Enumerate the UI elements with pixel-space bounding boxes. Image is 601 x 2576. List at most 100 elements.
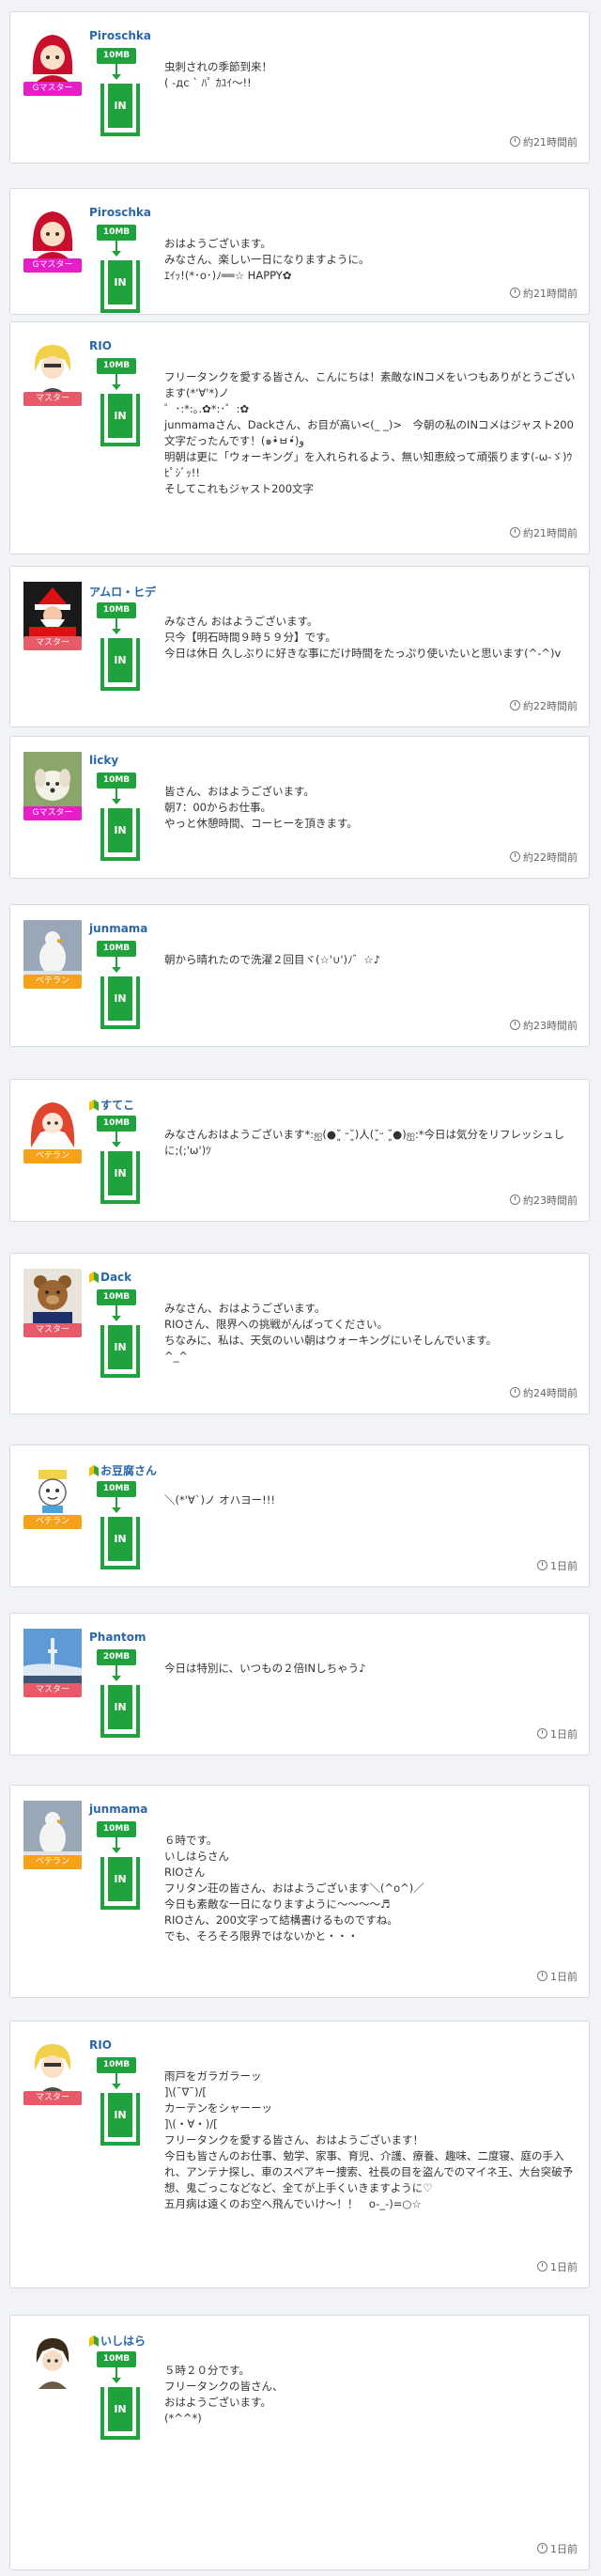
username-text[interactable]: junmama <box>89 1803 147 1816</box>
post-timestamp: 約21時間前 <box>510 525 578 540</box>
post-card: ベテラン junmama 10MB IN 朝から晴れたので洗濯２回目ヾ(☆'∪')ﾉ゛☆… <box>9 904 590 1047</box>
post-message: ５時２０分です。 フリータンクの皆さん、 おはようございます。 (*^^*) <box>164 2364 284 2425</box>
avatar-block[interactable]: マスター <box>23 582 82 652</box>
clock-icon <box>510 288 520 298</box>
clock-icon <box>537 2261 547 2272</box>
timestamp-text: 約24時間前 <box>523 1387 578 1399</box>
username-link[interactable]: お豆腐さん <box>89 1462 157 1479</box>
avatar-block[interactable] <box>23 2331 82 2401</box>
avatar-block[interactable]: Gマスター <box>23 27 82 98</box>
post-timestamp: 約23時間前 <box>510 1193 578 1208</box>
username-text[interactable]: RIO <box>89 2038 112 2052</box>
snowy-bird-avatar[interactable] <box>23 1801 82 1859</box>
snowy-bird-avatar[interactable] <box>23 920 82 978</box>
role-badge: ベテラン <box>23 1855 82 1869</box>
username-link[interactable]: Dack <box>89 1271 131 1286</box>
username-text[interactable]: RIO <box>89 339 112 352</box>
arrow-down-icon <box>112 74 121 80</box>
tank-in-icon: IN <box>100 638 140 691</box>
username-link[interactable]: junmama <box>89 1803 147 1816</box>
post-timestamp: 1日前 <box>537 2259 578 2274</box>
username-text[interactable]: Piroschka <box>89 29 151 42</box>
tank-in-icon: IN <box>100 1685 140 1738</box>
username-link[interactable]: RIO <box>89 339 112 352</box>
username-text[interactable]: アムロ・ヒデ <box>89 585 156 599</box>
arrow-down-icon <box>112 2378 121 2383</box>
username-link[interactable]: すてこ <box>89 1097 134 1114</box>
username-link[interactable]: RIO <box>89 2038 112 2052</box>
avatar-block[interactable]: マスター <box>23 1269 82 1339</box>
username-text[interactable]: いしはら <box>100 2334 146 2348</box>
blonde-character-avatar[interactable] <box>23 337 82 396</box>
post-timestamp: 約24時間前 <box>510 1385 578 1400</box>
tofu-mascot-avatar[interactable] <box>23 1460 82 1519</box>
avatar-block[interactable]: ベテラン <box>23 1095 82 1165</box>
red-hooded-girl-avatar[interactable] <box>23 27 82 86</box>
username-text[interactable]: Phantom <box>89 1631 146 1644</box>
post-message: みなさん、おはようございます。 RIOさん、限界への挑戦がんばってください。 ち… <box>164 1302 498 1363</box>
timestamp-text: 1日前 <box>550 1560 578 1572</box>
username-text[interactable]: Dack <box>100 1271 131 1284</box>
username-text[interactable]: junmama <box>89 922 147 935</box>
data-size-badge: 10MB <box>97 1116 136 1132</box>
arrow-down-icon <box>112 384 121 390</box>
arrow-down-icon <box>112 799 121 804</box>
red-haired-anime-girl-avatar[interactable] <box>23 1095 82 1153</box>
avatar-block[interactable]: マスター <box>23 337 82 408</box>
username-text[interactable]: お豆腐さん <box>100 1464 157 1477</box>
role-badge: マスター <box>23 392 82 406</box>
tank-in-icon: IN <box>100 976 140 1029</box>
post-card: Gマスター licky 10MB IN 皆さん、おはようございます。 朝7：00からお仕… <box>9 736 590 879</box>
username-link[interactable]: junmama <box>89 922 147 935</box>
in-label: IN <box>108 84 132 128</box>
username-text[interactable]: licky <box>89 754 118 767</box>
timestamp-text: 1日前 <box>550 2261 578 2273</box>
clock-icon <box>537 1560 547 1570</box>
blonde-character-avatar[interactable] <box>23 2037 82 2095</box>
beginner-leaf-icon <box>89 1465 99 1479</box>
data-size-badge: 20MB <box>97 1649 136 1665</box>
role-badge: ベテラン <box>23 1515 82 1529</box>
tank-in-icon: IN <box>100 2387 140 2440</box>
avatar-block[interactable]: ベテラン <box>23 1801 82 1871</box>
avatar-block[interactable]: マスター <box>23 2037 82 2107</box>
data-size-badge: 10MB <box>97 2057 136 2073</box>
avatar-block[interactable]: ベテラン <box>23 1460 82 1531</box>
username-link[interactable]: Piroschka <box>89 206 151 219</box>
username-link[interactable]: アムロ・ヒデ <box>89 584 156 600</box>
beginner-leaf-icon <box>89 1100 99 1114</box>
beginner-leaf-icon <box>89 2335 99 2350</box>
username-link[interactable]: いしはら <box>89 2333 146 2350</box>
avatar-block[interactable]: Gマスター <box>23 752 82 822</box>
avatar-block[interactable]: マスター <box>23 1629 82 1699</box>
post-timestamp: 1日前 <box>537 1558 578 1573</box>
role-badge: マスター <box>23 2091 82 2105</box>
tower-landscape-avatar[interactable] <box>23 1629 82 1687</box>
post-card: Gマスター Piroschka 10MB IN 虫刺されの季節到来！ ( -дс ` ﾊ… <box>9 11 590 164</box>
username-link[interactable]: Phantom <box>89 1631 146 1644</box>
post-feed: Gマスター Piroschka 10MB IN 虫刺されの季節到来！ ( -дс ` ﾊ… <box>0 0 601 2576</box>
dark-haired-character-avatar[interactable] <box>23 2331 82 2389</box>
in-label: IN <box>108 2387 132 2431</box>
username-link[interactable]: Piroschka <box>89 29 151 42</box>
role-badge: マスター <box>23 636 82 650</box>
username-text[interactable]: すてこ <box>100 1099 134 1112</box>
data-size-badge: 10MB <box>97 941 136 957</box>
teddy-bear-avatar[interactable] <box>23 1269 82 1327</box>
white-dog-avatar[interactable] <box>23 752 82 810</box>
post-message: 皆さん、おはようございます。 朝7：00からお仕事。 やっと休憩時間、コーヒーを… <box>164 785 358 830</box>
post-timestamp: 1日前 <box>537 1969 578 1984</box>
role-badge: Gマスター <box>23 82 82 96</box>
red-hooded-girl-avatar[interactable] <box>23 204 82 262</box>
tank-in-icon: IN <box>100 1325 140 1378</box>
arrow-down-icon <box>112 1676 121 1681</box>
clock-icon <box>510 1020 520 1030</box>
username-link[interactable]: licky <box>89 754 118 767</box>
role-badge: ベテラン <box>23 975 82 989</box>
post-card: マスター RIO 10MB IN 雨戸をガラガラーッ ]\(¯∇¯)/[ カーテンをシャ… <box>9 2021 590 2288</box>
username-text[interactable]: Piroschka <box>89 206 151 219</box>
role-badge: Gマスター <box>23 806 82 820</box>
avatar-block[interactable]: Gマスター <box>23 204 82 274</box>
avatar-block[interactable]: ベテラン <box>23 920 82 991</box>
santa-claus-avatar[interactable] <box>23 582 82 640</box>
